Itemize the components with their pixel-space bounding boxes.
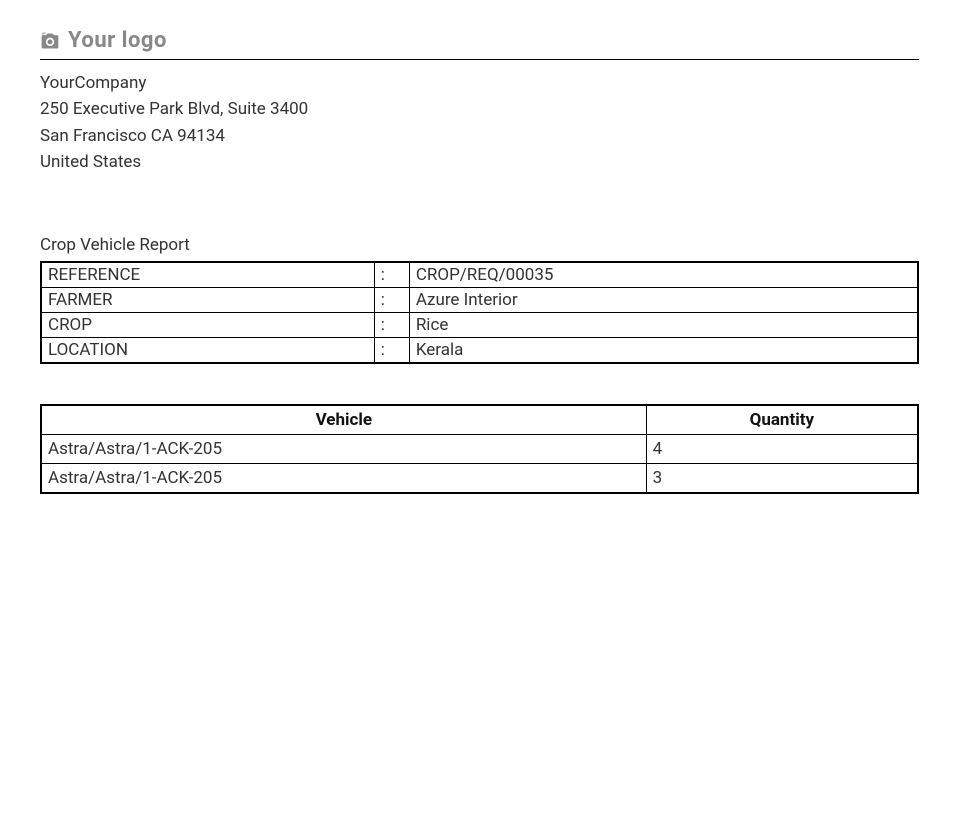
report-title: Crop Vehicle Report	[40, 235, 919, 255]
info-label: FARMER	[41, 288, 374, 313]
info-value: Kerala	[409, 338, 918, 364]
info-label: REFERENCE	[41, 262, 374, 288]
company-country: United States	[40, 149, 919, 175]
cell-vehicle: Astra/Astra/1-ACK-205	[41, 464, 646, 494]
info-value: CROP/REQ/00035	[409, 262, 918, 288]
info-colon: :	[374, 288, 409, 313]
logo-text: Your logo	[68, 28, 167, 53]
info-colon: :	[374, 262, 409, 288]
camera-icon	[40, 31, 60, 51]
company-street: 250 Executive Park Blvd, Suite 3400	[40, 96, 919, 122]
table-row: Astra/Astra/1-ACK-2054	[41, 435, 918, 464]
info-label: LOCATION	[41, 338, 374, 364]
info-row: FARMER:Azure Interior	[41, 288, 918, 313]
info-colon: :	[374, 338, 409, 364]
info-value: Rice	[409, 313, 918, 338]
company-name: YourCompany	[40, 70, 919, 96]
info-row: REFERENCE:CROP/REQ/00035	[41, 262, 918, 288]
info-row: LOCATION:Kerala	[41, 338, 918, 364]
info-value: Azure Interior	[409, 288, 918, 313]
report-info-table: REFERENCE:CROP/REQ/00035FARMER:Azure Int…	[40, 261, 919, 364]
cell-quantity: 4	[646, 435, 918, 464]
info-row: CROP:Rice	[41, 313, 918, 338]
vehicle-data-table: Vehicle Quantity Astra/Astra/1-ACK-2054A…	[40, 404, 919, 494]
info-label: CROP	[41, 313, 374, 338]
cell-vehicle: Astra/Astra/1-ACK-205	[41, 435, 646, 464]
document-header: Your logo	[40, 28, 919, 60]
table-header-row: Vehicle Quantity	[41, 405, 918, 435]
company-address-block: YourCompany 250 Executive Park Blvd, Sui…	[40, 70, 919, 175]
table-row: Astra/Astra/1-ACK-2053	[41, 464, 918, 494]
cell-quantity: 3	[646, 464, 918, 494]
company-city: San Francisco CA 94134	[40, 123, 919, 149]
column-header-quantity: Quantity	[646, 405, 918, 435]
column-header-vehicle: Vehicle	[41, 405, 646, 435]
info-colon: :	[374, 313, 409, 338]
